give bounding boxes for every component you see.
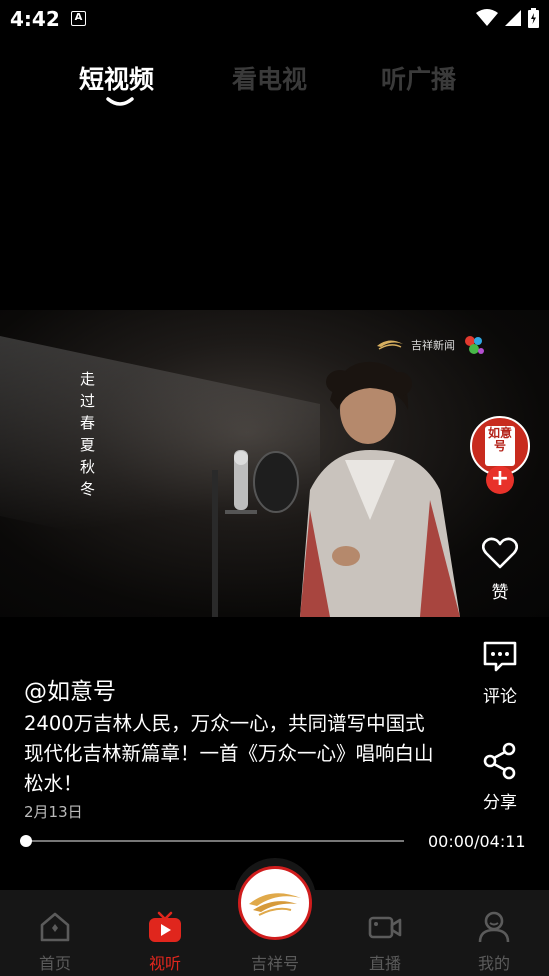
nav-item-audiovisual[interactable]: 视听 bbox=[110, 890, 220, 976]
status-bar: 4:42 A bbox=[0, 0, 549, 36]
progress-track[interactable] bbox=[26, 840, 404, 842]
nav-item-mine[interactable]: 我的 bbox=[439, 890, 549, 976]
comment-button[interactable]: 评论 bbox=[468, 640, 532, 707]
progress-time: 00:00/04:11 bbox=[428, 832, 526, 851]
nav-item-home[interactable]: 首页 bbox=[0, 890, 110, 976]
nav-label-home: 首页 bbox=[38, 954, 71, 973]
top-tabs: 短视频 看电视 听广播 bbox=[0, 60, 549, 110]
author-name[interactable]: @如意号 bbox=[24, 672, 116, 706]
video-camera-icon bbox=[368, 916, 402, 939]
progress-thumb[interactable] bbox=[20, 835, 32, 847]
jixiang-center-button[interactable] bbox=[238, 866, 312, 940]
nav-label-jixiang: 吉祥号 bbox=[250, 954, 299, 973]
status-icons bbox=[476, 8, 539, 28]
share-icon bbox=[483, 742, 516, 780]
video-player[interactable]: 走过春夏秋冬 吉祥新闻 bbox=[0, 310, 549, 617]
comment-icon bbox=[483, 641, 517, 672]
nav-item-live[interactable]: 直播 bbox=[330, 890, 440, 976]
share-label: 分享 bbox=[483, 793, 517, 813]
user-icon bbox=[478, 911, 510, 943]
avatar-logo: 如意号 bbox=[485, 426, 515, 466]
signal-icon bbox=[505, 10, 521, 26]
follow-plus-button[interactable]: + bbox=[486, 466, 514, 494]
tab-listen-radio[interactable]: 听广播 bbox=[381, 60, 456, 96]
nav-label-mine: 我的 bbox=[477, 954, 510, 973]
like-label: 赞 bbox=[491, 583, 509, 603]
like-button[interactable]: 赞 bbox=[468, 536, 532, 603]
post-date: 2月13日 bbox=[24, 803, 83, 821]
home-icon bbox=[40, 912, 70, 942]
singer-illustration bbox=[212, 361, 460, 617]
tab-active-indicator bbox=[106, 97, 134, 106]
jixiang-logo-icon bbox=[249, 893, 301, 916]
status-time: 4:42 bbox=[10, 7, 60, 31]
nav-label-live: 直播 bbox=[368, 954, 401, 973]
tab-watch-tv[interactable]: 看电视 bbox=[232, 60, 307, 96]
share-button[interactable]: 分享 bbox=[468, 742, 532, 813]
notification-a-icon: A bbox=[71, 11, 86, 26]
heart-icon bbox=[481, 537, 519, 569]
nav-label-audiovisual: 视听 bbox=[148, 954, 181, 973]
wifi-icon bbox=[476, 9, 498, 26]
comment-label: 评论 bbox=[483, 687, 517, 707]
play-tv-icon bbox=[149, 911, 181, 942]
tab-short-video[interactable]: 短视频 bbox=[79, 60, 154, 96]
post-caption: 2400万吉林人民，万众一心，共同谱写中国式现代化吉林新篇章！一首《万众一心》唱… bbox=[24, 712, 434, 795]
battery-icon bbox=[528, 8, 539, 28]
